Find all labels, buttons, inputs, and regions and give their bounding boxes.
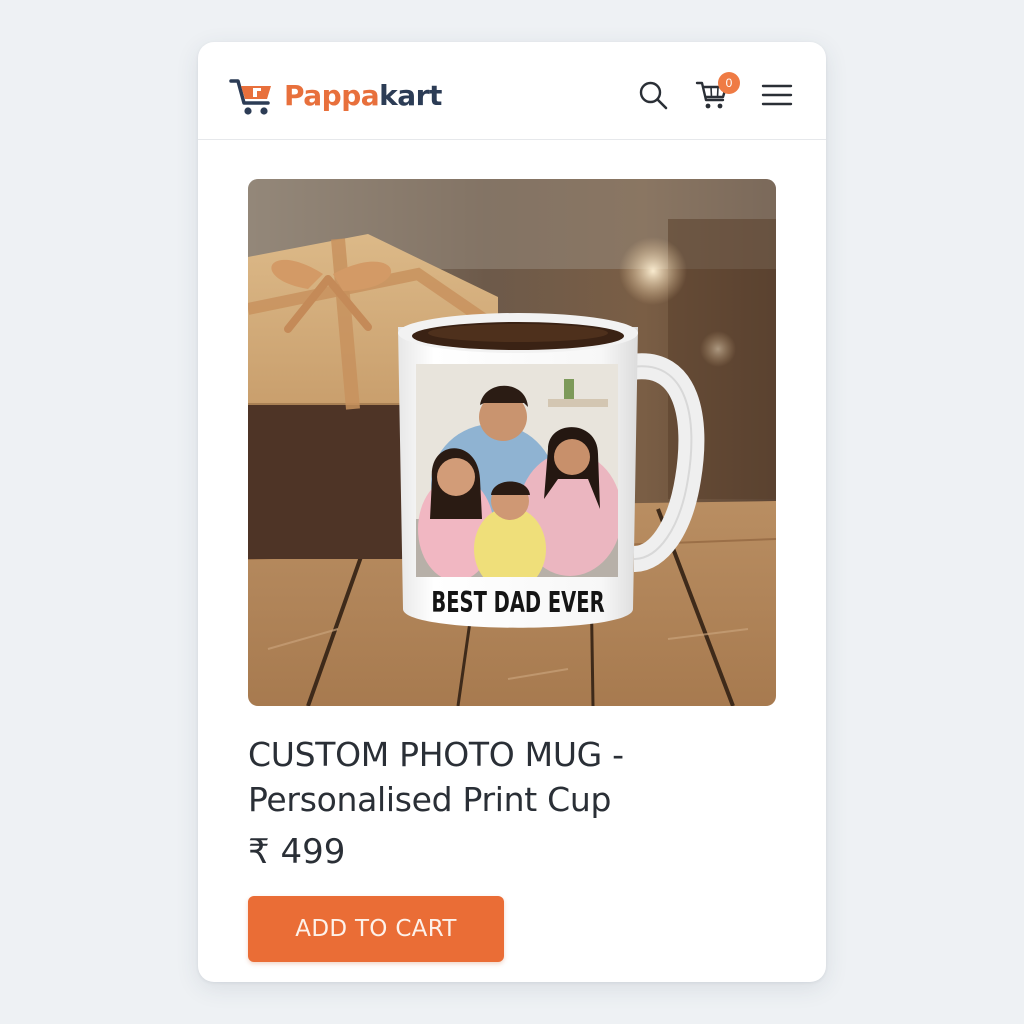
product-price: ₹ 499 [248,832,346,872]
add-to-cart-button[interactable]: ADD TO CART [248,896,504,962]
brand-name: Pappakart [284,82,442,110]
product-title: CUSTOM PHOTO MUG - Personalised Print Cu… [248,735,624,819]
search-button[interactable] [636,78,670,112]
brand-name-part1: Pappa [284,79,380,112]
shopping-cart-logo-icon [229,79,271,115]
product-card: Pappakart 0 BEST DAD EVER CUSTOM PHOTO M… [198,42,826,982]
search-icon [639,81,668,110]
cart-count-badge: 0 [718,72,740,94]
brand-logo[interactable]: Pappakart [228,70,442,122]
hamburger-menu-icon [761,84,793,106]
product-image[interactable]: BEST DAD EVER [248,179,776,706]
product-photo-mug: BEST DAD EVER [248,179,776,706]
mug-print-text: BEST DAD EVER [431,585,604,619]
brand-name-part2: kart [379,79,442,112]
site-header: Pappakart 0 [198,42,826,140]
menu-button[interactable] [760,78,794,112]
